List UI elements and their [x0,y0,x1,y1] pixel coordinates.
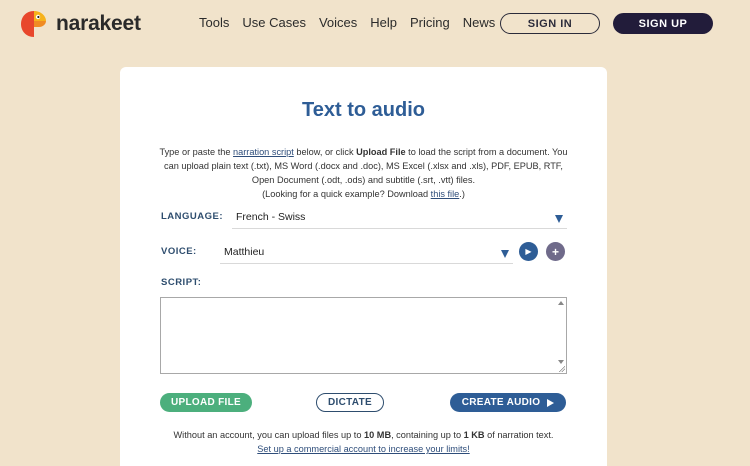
nav-item-use-cases[interactable]: Use Cases [242,15,306,30]
intro-text-4: (Looking for a quick example? Download [262,189,431,199]
play-icon: ▶ [525,247,532,256]
scroll-up-icon[interactable] [558,301,564,305]
chevron-down-icon [501,250,509,258]
page-title: Text to audio [302,99,425,121]
main-nav: Tools Use Cases Voices Help Pricing News [199,15,508,30]
nav-item-help[interactable]: Help [370,15,397,30]
upload-file-button[interactable]: UPLOAD FILE [160,393,252,412]
create-audio-label: CREATE AUDIO [461,397,541,408]
file-size-limit: 10 MB [364,430,392,440]
text-size-limit: 1 KB [463,430,485,440]
nav-item-pricing[interactable]: Pricing [410,15,450,30]
add-voice-button[interactable]: + [546,242,565,261]
voice-value: Matthieu [224,246,265,258]
narration-script-link[interactable]: narration script [233,147,294,157]
script-label: SCRIPT: [161,277,202,288]
parrot-logo-icon [21,11,46,37]
dictate-button[interactable]: DICTATE [316,393,384,412]
footnote-text-2: , containing up to [391,430,464,440]
intro-text-2: below, or click [293,147,357,157]
commercial-account-link[interactable]: Set up a commercial account to increase … [257,444,469,454]
brand-name: narakeet [56,12,141,35]
scroll-down-icon[interactable] [558,360,564,364]
footnote-text-1: Without an account, you can upload files… [173,430,365,440]
nav-item-tools[interactable]: Tools [199,15,229,30]
sign-up-button[interactable]: SIGN UP [613,13,713,34]
language-label: LANGUAGE: [161,211,224,222]
voice-select[interactable]: Matthieu [220,246,513,264]
intro-text-1: Type or paste the [159,147,234,157]
play-triangle-icon [547,398,555,407]
brand-logo[interactable]: narakeet [19,8,169,40]
play-voice-button[interactable]: ▶ [519,242,538,261]
nav-item-news[interactable]: News [463,15,496,30]
text-to-audio-card: Text to audio Type or paste the narratio… [120,67,607,466]
sign-in-button[interactable]: SIGN IN [500,13,600,34]
resize-grip-icon[interactable] [558,365,565,372]
language-value: French - Swiss [236,211,306,223]
plus-icon: + [551,244,559,259]
intro-text-5: .) [459,189,465,199]
chevron-down-icon [555,215,563,223]
language-select[interactable]: French - Swiss [232,211,567,229]
site-header: narakeet Tools Use Cases Voices Help Pri… [0,0,750,46]
account-limits-note: Without an account, you can upload files… [120,428,607,456]
footnote-text-3: of narration text. [484,430,554,440]
create-audio-button[interactable]: CREATE AUDIO [450,393,566,412]
script-textarea[interactable] [160,297,567,374]
intro-text: Type or paste the narration script below… [156,145,571,201]
voice-label: VOICE: [161,246,197,257]
upload-file-emphasis: Upload File [356,147,406,157]
example-file-link[interactable]: this file [431,189,460,199]
nav-item-voices[interactable]: Voices [319,15,357,30]
